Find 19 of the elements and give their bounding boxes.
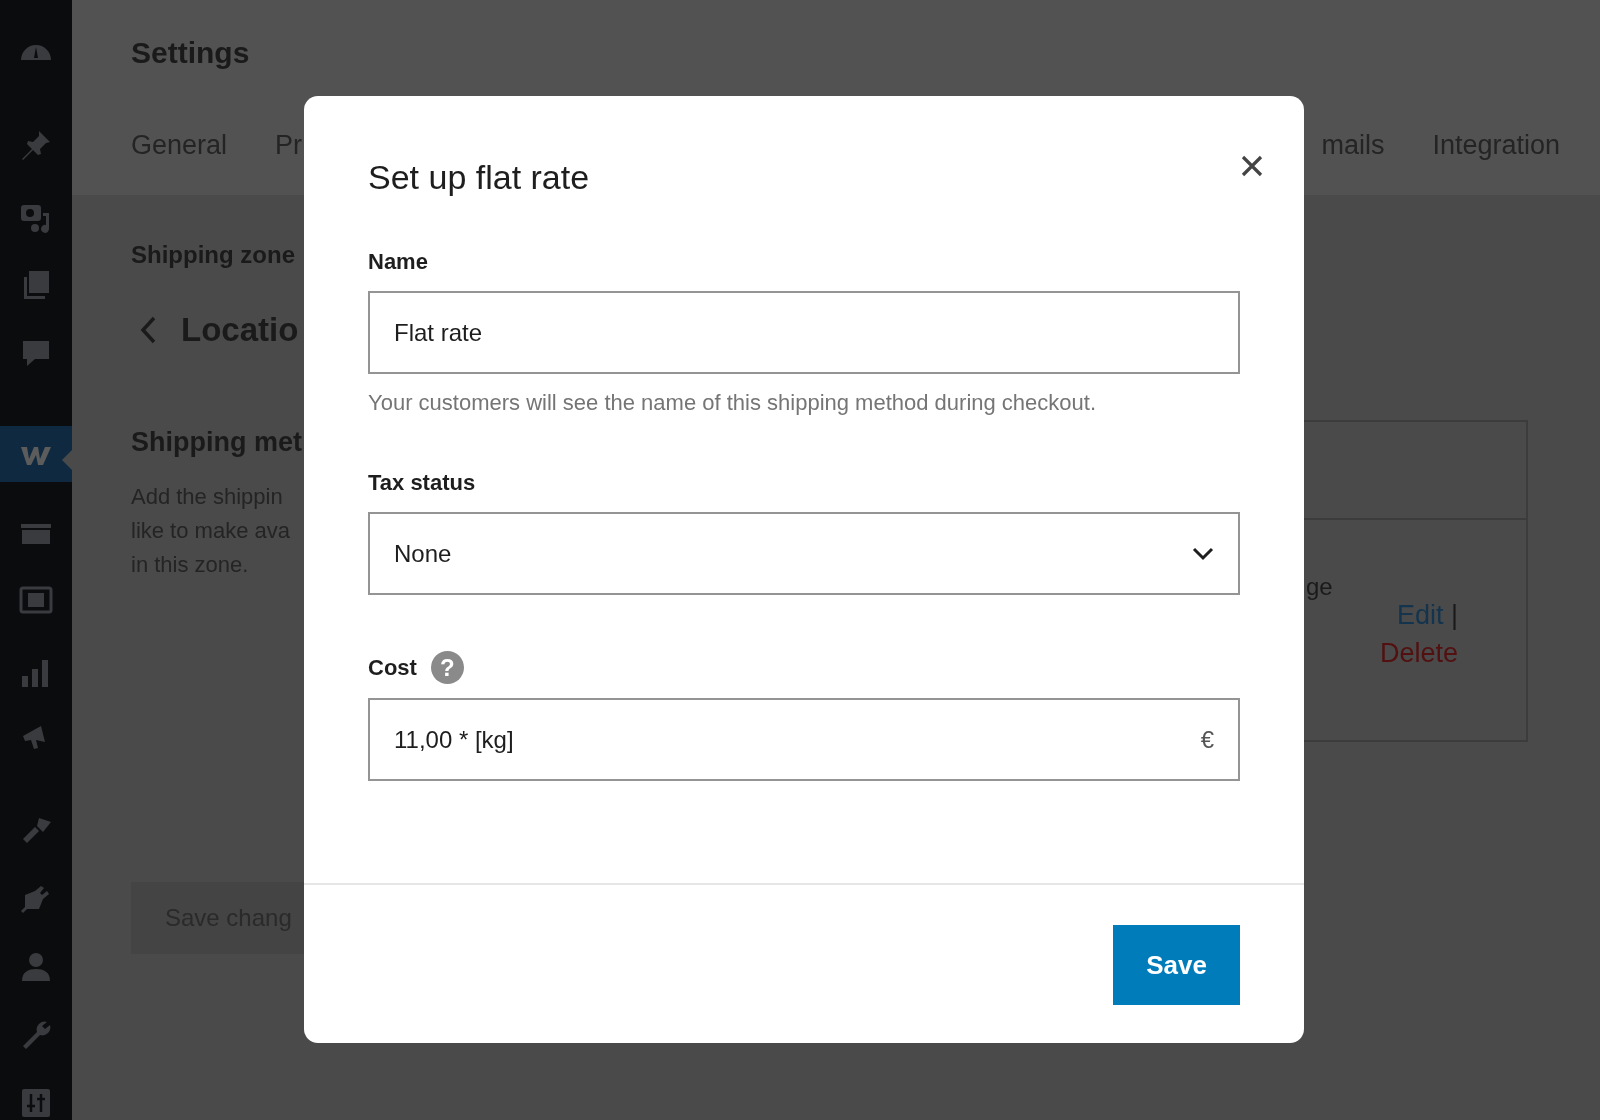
field-label: Tax status (368, 470, 477, 496)
user-icon (19, 950, 53, 984)
chevron-down-icon (1192, 546, 1214, 561)
separator-text: | (1451, 600, 1459, 630)
cost-input-field[interactable]: 11,00 * [kg] € (368, 698, 1240, 781)
help-text: Your customers will see the name of this shipping method during checkout. (368, 390, 1098, 416)
tax-status-dropdown[interactable]: None (368, 512, 1240, 595)
sidebar-item[interactable] (0, 426, 72, 482)
page-title: Settings (131, 36, 251, 70)
currency-suffix: € (1200, 725, 1214, 754)
pointer-icon (62, 450, 72, 470)
close-icon[interactable] (1240, 154, 1264, 178)
field-label: Cost (368, 654, 417, 681)
delete-link[interactable]: Delete (1380, 638, 1459, 668)
name-input-field[interactable]: Flat rate (368, 291, 1240, 374)
dialog-title: Set up flat rate (368, 158, 590, 197)
save-button[interactable]: Save (1113, 925, 1240, 1005)
field-label: Name (368, 249, 429, 275)
help-icon[interactable]: ? (430, 651, 464, 684)
